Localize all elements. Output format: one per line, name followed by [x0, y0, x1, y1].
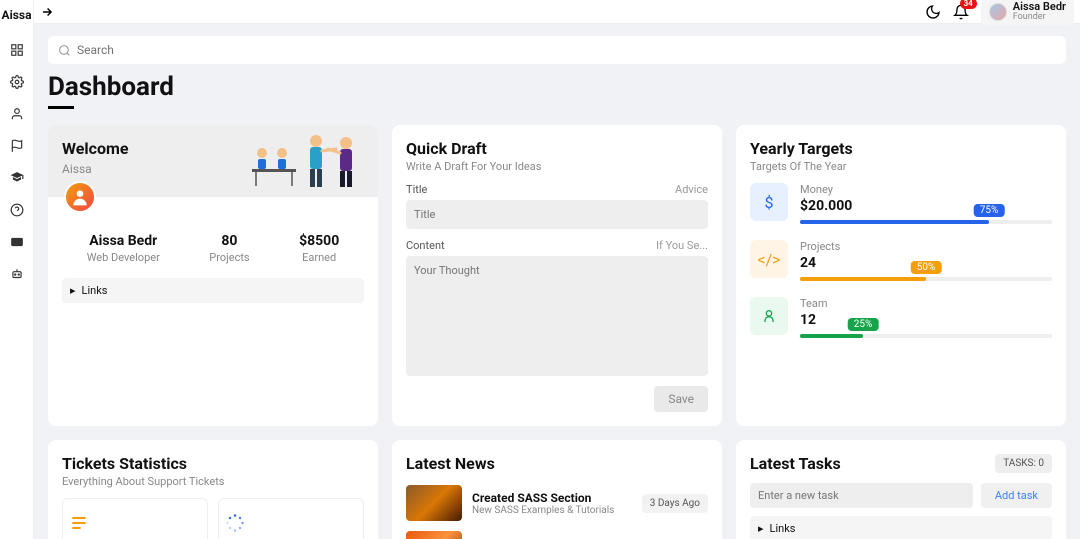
- news-title: Latest News: [406, 454, 708, 473]
- caret-right-icon: ▸: [70, 284, 76, 297]
- draft-content-hint: If You Se...: [656, 239, 708, 252]
- ticket-box: 500 Pending: [218, 498, 364, 539]
- user-name: Aissa Bedr: [1013, 1, 1066, 13]
- save-button[interactable]: Save: [654, 386, 708, 412]
- welcome-stat: $8500 Earned: [299, 233, 339, 264]
- user-role: Founder: [1013, 13, 1066, 23]
- news-item-title: Created SASS Section: [472, 491, 632, 505]
- latest-news-card: Latest News Created SASS Section New SAS…: [392, 440, 722, 539]
- stat-label: Web Developer: [87, 251, 160, 264]
- bot-icon[interactable]: [9, 266, 25, 282]
- targets-title: Yearly Targets: [750, 139, 1052, 158]
- target-label: Team: [800, 297, 1052, 310]
- welcome-stat: 80 Projects: [209, 233, 249, 264]
- avatar-small: [989, 3, 1007, 21]
- graduation-icon[interactable]: [9, 170, 25, 186]
- progress-bar: 75%: [800, 220, 1052, 224]
- target-value: $20.000: [800, 198, 1052, 214]
- welcome-illustration: [248, 131, 368, 191]
- stat-value: 80: [209, 233, 249, 249]
- title-underline: [48, 106, 74, 109]
- notifications-icon[interactable]: 34: [953, 4, 969, 20]
- dark-mode-icon[interactable]: [925, 4, 941, 20]
- person-icon: [750, 297, 788, 335]
- latest-tasks-card: Latest Tasks TASKS: 0 Add task ▸ Links N…: [736, 440, 1066, 539]
- targets-subtitle: Targets Of The Year: [750, 160, 1052, 173]
- welcome-links[interactable]: ▸ Links: [62, 278, 364, 303]
- search-icon: [58, 44, 71, 57]
- draft-title-input[interactable]: [406, 200, 708, 229]
- news-item-time: 3 Days Ago: [642, 494, 708, 513]
- page-title: Dashboard: [48, 72, 1066, 102]
- user-icon[interactable]: [9, 106, 25, 122]
- task-input[interactable]: [750, 483, 973, 508]
- draft-subtitle: Write A Draft For Your Ideas: [406, 160, 708, 173]
- dollar-icon: $: [750, 183, 788, 221]
- target-pct: 25%: [848, 318, 879, 331]
- draft-title-hint: Advice: [675, 183, 708, 196]
- news-thumb: [406, 531, 462, 539]
- flag-icon[interactable]: [9, 138, 25, 154]
- user-chip[interactable]: Aissa Bedr Founder: [981, 0, 1074, 25]
- settings-icon[interactable]: [9, 74, 25, 90]
- stat-label: Projects: [209, 251, 249, 264]
- welcome-card: Welcome Aissa: [48, 125, 378, 426]
- draft-title: Quick Draft: [406, 139, 708, 158]
- search-input[interactable]: [77, 43, 1056, 57]
- target-item: Team 12 25%: [750, 297, 1052, 338]
- tasks-count: TASKS: 0: [995, 454, 1052, 473]
- ticket-box: 2500 Total: [62, 498, 208, 539]
- add-task-button[interactable]: Add task: [981, 483, 1052, 508]
- links-label: Links: [82, 284, 108, 297]
- news-item[interactable]: Created SASS Section New SASS Examples &…: [406, 485, 708, 521]
- tasks-title: Latest Tasks: [750, 454, 841, 473]
- target-label: Projects: [800, 240, 1052, 253]
- target-pct: 75%: [974, 204, 1005, 217]
- topbar: 34 Aissa Bedr Founder: [34, 0, 1080, 24]
- progress-bar: 25%: [800, 334, 1052, 338]
- search-bar[interactable]: [48, 36, 1066, 64]
- links-label: Links: [770, 522, 796, 535]
- draft-content-label: Content: [406, 239, 445, 252]
- tasks-links[interactable]: ▸ Links: [750, 516, 1052, 539]
- target-item: </> Projects 24 50%: [750, 240, 1052, 281]
- target-item: $ Money $20.000 75%: [750, 183, 1052, 224]
- draft-title-label: Title: [406, 183, 427, 196]
- news-thumb: [406, 485, 462, 521]
- draft-content-input[interactable]: [406, 256, 708, 376]
- avatar-large: [64, 181, 96, 213]
- expand-sidebar-icon[interactable]: [40, 5, 54, 19]
- brand: Aissa: [2, 8, 32, 22]
- tickets-title: Tickets Statistics: [62, 454, 364, 473]
- stat-value: $8500: [299, 233, 339, 249]
- spinner-icon: [225, 513, 357, 533]
- notifications-badge: 34: [960, 0, 977, 9]
- news-item[interactable]: Changed The Design A Brand New Website D…: [406, 531, 708, 539]
- stat-label: Earned: [299, 251, 339, 264]
- news-item-sub: New SASS Examples & Tutorials: [472, 505, 632, 516]
- code-icon: </>: [750, 240, 788, 278]
- dashboard-icon[interactable]: [9, 42, 25, 58]
- list-icon: [69, 513, 201, 533]
- target-pct: 50%: [911, 261, 942, 274]
- tickets-subtitle: Everything About Support Tickets: [62, 475, 364, 488]
- caret-right-icon: ▸: [758, 522, 764, 535]
- sidebar: Aissa: [0, 0, 34, 539]
- progress-bar: 50%: [800, 277, 1052, 281]
- card-icon[interactable]: [9, 234, 25, 250]
- quick-draft-card: Quick Draft Write A Draft For Your Ideas…: [392, 125, 722, 426]
- welcome-stat: Aissa Bedr Web Developer: [87, 233, 160, 264]
- stat-value: Aissa Bedr: [87, 233, 160, 249]
- target-value: 12: [800, 312, 1052, 328]
- tickets-card: Tickets Statistics Everything About Supp…: [48, 440, 378, 539]
- help-icon[interactable]: [9, 202, 25, 218]
- target-label: Money: [800, 183, 1052, 196]
- yearly-targets-card: Yearly Targets Targets Of The Year $ Mon…: [736, 125, 1066, 426]
